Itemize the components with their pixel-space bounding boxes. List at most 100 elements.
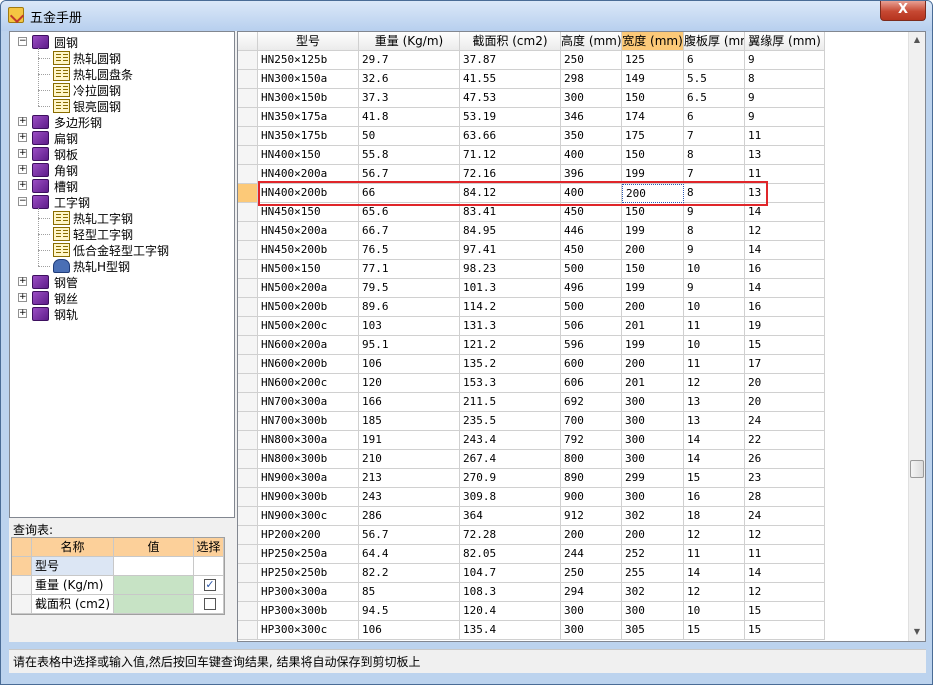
table-cell[interactable]: HP300×300b (258, 602, 359, 621)
table-cell[interactable]: 13 (684, 412, 745, 431)
table-cell[interactable]: 15 (684, 621, 745, 640)
table-cell[interactable]: HN700×300a (258, 393, 359, 412)
table-cell[interactable]: 84.12 (460, 184, 561, 203)
table-cell[interactable]: 200 (622, 298, 684, 317)
table-cell[interactable]: HN900×300a (258, 469, 359, 488)
tree-item[interactable]: 热轧工字钢 (10, 210, 234, 226)
table-cell[interactable]: 15 (745, 336, 825, 355)
table-cell[interactable]: HN400×200b (258, 184, 359, 203)
column-header[interactable]: 截面积 (cm2) (460, 32, 561, 51)
query-value-cell[interactable] (114, 595, 194, 614)
row-indicator[interactable] (238, 583, 258, 602)
table-cell[interactable]: 114.2 (460, 298, 561, 317)
table-cell[interactable]: 94.5 (359, 602, 460, 621)
collapse-icon[interactable]: − (18, 37, 27, 46)
table-cell[interactable]: 350 (561, 127, 622, 146)
row-indicator[interactable] (238, 621, 258, 640)
table-cell[interactable]: HN450×200b (258, 241, 359, 260)
table-cell[interactable]: 8 (684, 146, 745, 165)
table-cell[interactable]: HP200×200 (258, 526, 359, 545)
table-cell[interactable]: 175 (622, 127, 684, 146)
table-cell[interactable]: HN500×150 (258, 260, 359, 279)
table-cell[interactable]: 14 (745, 241, 825, 260)
scroll-down-icon[interactable]: ▼ (909, 624, 925, 640)
table-cell[interactable]: 255 (622, 564, 684, 583)
table-cell[interactable]: 89.6 (359, 298, 460, 317)
table-cell[interactable]: 10 (684, 298, 745, 317)
table-cell[interactable]: 50 (359, 127, 460, 146)
table-cell[interactable]: HP300×300a (258, 583, 359, 602)
tree-item[interactable]: + 钢板 (10, 146, 234, 162)
expand-icon[interactable]: + (18, 149, 27, 158)
table-cell[interactable]: 506 (561, 317, 622, 336)
table-cell[interactable]: 66 (359, 184, 460, 203)
table-cell[interactable]: 37.3 (359, 89, 460, 108)
table-cell[interactable]: 17 (745, 355, 825, 374)
table-cell[interactable]: 121.2 (460, 336, 561, 355)
row-indicator[interactable] (238, 222, 258, 241)
table-cell[interactable]: 300 (622, 450, 684, 469)
table-cell[interactable]: 9 (684, 241, 745, 260)
table-cell[interactable]: 63.66 (460, 127, 561, 146)
table-cell[interactable]: 23 (745, 469, 825, 488)
table-cell[interactable]: HN800×300a (258, 431, 359, 450)
table-cell[interactable]: 76.5 (359, 241, 460, 260)
table-cell[interactable]: 10 (684, 260, 745, 279)
table-cell[interactable]: 84.95 (460, 222, 561, 241)
scroll-thumb[interactable] (910, 460, 924, 478)
table-cell[interactable]: 150 (622, 146, 684, 165)
table-cell[interactable]: 85 (359, 583, 460, 602)
table-cell[interactable]: 305 (622, 621, 684, 640)
table-cell[interactable]: 14 (745, 279, 825, 298)
table-cell[interactable]: 300 (561, 89, 622, 108)
table-cell[interactable]: 24 (745, 507, 825, 526)
row-indicator[interactable] (238, 298, 258, 317)
table-cell[interactable]: 13 (745, 146, 825, 165)
table-cell[interactable]: HN500×200b (258, 298, 359, 317)
table-cell[interactable]: 200 (622, 355, 684, 374)
table-cell[interactable]: 82.2 (359, 564, 460, 583)
row-indicator[interactable] (238, 526, 258, 545)
row-indicator[interactable] (238, 203, 258, 222)
row-indicator[interactable] (238, 165, 258, 184)
table-cell[interactable]: 6 (684, 108, 745, 127)
table-cell[interactable]: 41.8 (359, 108, 460, 127)
table-cell[interactable]: 12 (745, 526, 825, 545)
table-cell[interactable]: 120 (359, 374, 460, 393)
table-cell[interactable]: 450 (561, 203, 622, 222)
table-cell[interactable]: 65.6 (359, 203, 460, 222)
row-indicator[interactable] (238, 355, 258, 374)
table-cell[interactable]: 600 (561, 355, 622, 374)
table-cell[interactable]: 235.5 (460, 412, 561, 431)
table-cell[interactable]: 56.7 (359, 526, 460, 545)
table-cell[interactable]: 250 (561, 51, 622, 70)
table-cell[interactable]: 346 (561, 108, 622, 127)
table-cell[interactable]: 12 (684, 526, 745, 545)
table-cell[interactable]: 8 (684, 184, 745, 203)
collapse-icon[interactable]: − (18, 197, 27, 206)
table-cell[interactable]: HN450×200a (258, 222, 359, 241)
table-cell[interactable]: 692 (561, 393, 622, 412)
table-cell[interactable]: 211.5 (460, 393, 561, 412)
table-cell[interactable]: 286 (359, 507, 460, 526)
row-indicator[interactable] (238, 374, 258, 393)
column-header[interactable]: 腹板厚 (mm (684, 32, 745, 51)
table-cell[interactable]: HN500×200a (258, 279, 359, 298)
table-cell[interactable]: 108.3 (460, 583, 561, 602)
table-cell[interactable]: 450 (561, 241, 622, 260)
table-cell[interactable]: 28 (745, 488, 825, 507)
table-cell[interactable]: 199 (622, 336, 684, 355)
table-cell[interactable]: 400 (561, 184, 622, 203)
table-cell[interactable]: 149 (622, 70, 684, 89)
table-cell[interactable]: 32.6 (359, 70, 460, 89)
table-cell[interactable]: 22 (745, 431, 825, 450)
table-cell[interactable]: 95.1 (359, 336, 460, 355)
table-cell[interactable]: 596 (561, 336, 622, 355)
scroll-up-icon[interactable]: ▲ (909, 32, 925, 48)
table-cell[interactable]: 496 (561, 279, 622, 298)
table-cell[interactable]: 199 (622, 222, 684, 241)
table-cell[interactable]: HN300×150b (258, 89, 359, 108)
query-select-cell[interactable] (194, 557, 224, 576)
table-cell[interactable]: 210 (359, 450, 460, 469)
table-cell[interactable]: 5.5 (684, 70, 745, 89)
